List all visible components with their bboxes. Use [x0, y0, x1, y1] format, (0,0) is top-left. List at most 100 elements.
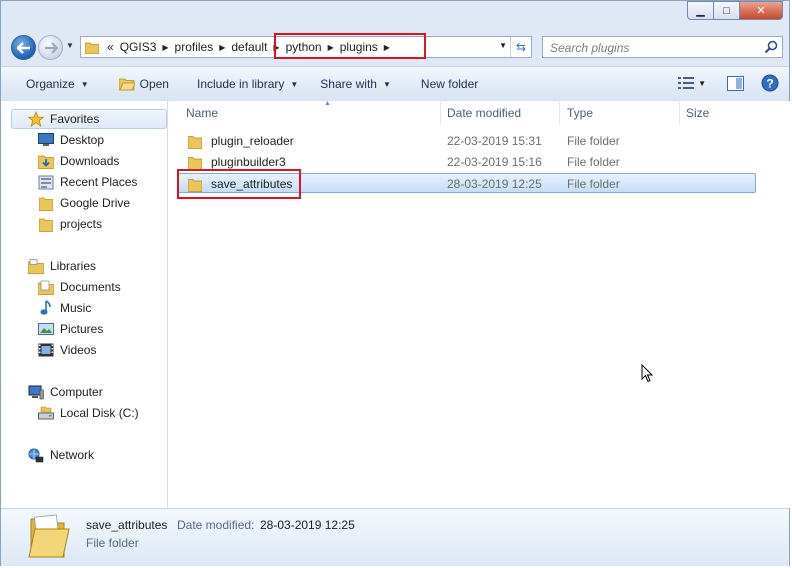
chevron-down-icon: ▼ [80, 79, 89, 89]
open-label: Open [139, 77, 169, 91]
sidebar-item-music[interactable]: Music [38, 298, 91, 318]
column-header-size[interactable]: Size [686, 101, 766, 125]
forward-button[interactable] [38, 35, 63, 60]
chevron-down-icon: ▼ [290, 79, 299, 89]
sidebar-item-desktop[interactable]: Desktop [38, 130, 104, 150]
share-with-label: Share with [320, 77, 377, 91]
navigation-pane: Favorites Desktop Downloads Recent Place… [1, 101, 168, 508]
recent-places-icon [38, 174, 54, 190]
preview-pane-icon[interactable] [727, 75, 744, 91]
sidebar-label: Desktop [60, 133, 105, 147]
new-folder-label: New folder [420, 77, 479, 91]
sidebar-item-videos[interactable]: Videos [38, 340, 96, 360]
sidebar-label: Local Disk (C:) [60, 406, 139, 420]
libraries-icon [28, 258, 44, 274]
computer-icon [28, 384, 44, 400]
details-file-name: save_attributes [86, 518, 168, 532]
maximize-button[interactable]: □ [714, 1, 740, 20]
maximize-icon: □ [723, 4, 730, 17]
sidebar-item-network[interactable]: Network [28, 445, 94, 465]
sidebar-label: Pictures [60, 322, 104, 336]
sidebar-item-recent-places[interactable]: Recent Places [38, 172, 137, 192]
star-icon [28, 111, 44, 127]
sidebar-item-downloads[interactable]: Downloads [38, 151, 119, 171]
sidebar-label: Downloads [60, 154, 120, 168]
back-button[interactable] [11, 35, 36, 60]
sidebar-label: Network [50, 448, 95, 462]
sidebar-item-projects[interactable]: projects [38, 214, 102, 234]
breadcrumb-overflow[interactable]: « [107, 40, 114, 54]
search-box[interactable] [542, 36, 783, 59]
help-icon[interactable]: ? [761, 74, 779, 92]
column-divider[interactable] [679, 101, 680, 125]
minimize-button[interactable]: ▁ [687, 1, 714, 20]
highlight-box [177, 169, 301, 199]
videos-icon [38, 342, 54, 358]
folder-icon [187, 156, 204, 170]
include-in-library-button[interactable]: Include in library ▼ [197, 77, 298, 91]
sidebar-label: Music [60, 301, 92, 315]
sidebar-item-favorites[interactable]: Favorites [11, 109, 167, 129]
sidebar-item-pictures[interactable]: Pictures [38, 319, 103, 339]
refresh-icon[interactable]: ⇆ [510, 37, 531, 57]
sidebar-label: Libraries [50, 259, 97, 273]
local-disk-icon [38, 405, 54, 421]
column-header-label: Date modified [447, 106, 522, 120]
svg-text:?: ? [766, 77, 773, 91]
column-header-date-modified[interactable]: Date modified [447, 101, 559, 125]
close-button[interactable]: ✕ [740, 1, 783, 20]
command-bar: Organize ▼ Open Include in library ▼ Share… [1, 66, 789, 102]
details-file-type: File folder [86, 536, 139, 550]
sidebar-item-documents[interactable]: Documents [38, 277, 121, 297]
column-divider[interactable] [559, 101, 560, 125]
column-header-name[interactable]: Name ▲ [186, 100, 440, 125]
organize-label: Organize [26, 77, 75, 91]
network-icon [28, 447, 44, 463]
back-arrow-icon [16, 41, 30, 54]
breadcrumb-separator-icon[interactable]: ▶ [162, 43, 168, 52]
include-in-library-label: Include in library [196, 77, 285, 91]
address-dropdown-icon[interactable]: ▼ [499, 41, 507, 50]
sidebar-label: Google Drive [60, 196, 131, 210]
sidebar-item-libraries[interactable]: Libraries [28, 256, 96, 276]
recent-pages-dropdown[interactable]: ▼ [66, 41, 74, 50]
pictures-icon [38, 321, 54, 337]
sidebar-item-computer[interactable]: Computer [28, 382, 103, 402]
close-icon: ✕ [756, 5, 766, 17]
column-header-label: Name [186, 106, 219, 120]
details-date-value: 28-03-2019 12:25 [260, 518, 355, 532]
breadcrumb-separator-icon[interactable]: ▶ [219, 43, 225, 52]
column-header-type[interactable]: Type [567, 101, 679, 125]
organize-button[interactable]: Organize ▼ [26, 77, 89, 91]
minimize-icon: ▁ [696, 5, 705, 17]
file-name: plugin_reloader [211, 134, 294, 148]
mouse-cursor-icon [641, 363, 654, 386]
change-view-icon[interactable]: ▼ [678, 76, 706, 90]
folder-icon [187, 135, 204, 149]
search-icon[interactable] [764, 40, 778, 57]
share-with-button[interactable]: Share with ▼ [320, 77, 391, 91]
column-header-label: Size [686, 106, 710, 120]
breadcrumb-item[interactable]: default [231, 40, 267, 54]
folder-icon [27, 513, 71, 564]
sidebar-label: Favorites [50, 112, 100, 126]
chevron-down-icon: ▼ [698, 78, 706, 88]
details-date-label: Date modified: [177, 518, 255, 532]
breadcrumb-item[interactable]: QGIS3 [120, 40, 157, 54]
file-list: Name ▲ Date modified Type Size plugin_re… [168, 100, 790, 508]
folder-icon [85, 41, 99, 54]
file-row[interactable]: plugin_reloader 22-03-2019 15:31 File fo… [178, 131, 756, 151]
breadcrumb-item[interactable]: profiles [175, 40, 214, 54]
sidebar-label: Videos [60, 343, 97, 357]
sidebar-label: Recent Places [60, 175, 138, 189]
search-input[interactable] [543, 37, 762, 59]
column-divider[interactable] [440, 101, 441, 125]
sidebar-item-local-disk[interactable]: Local Disk (C:) [38, 403, 139, 423]
file-date: 28-03-2019 12:25 [447, 177, 542, 191]
open-button[interactable]: Open [118, 77, 169, 91]
sidebar-item-google-drive[interactable]: Google Drive [38, 193, 130, 213]
window-controls: ▁ □ ✕ [687, 1, 783, 20]
file-name: pluginbuilder3 [211, 155, 286, 169]
new-folder-button[interactable]: New folder [421, 77, 478, 91]
navigation-bar: ▼ « QGIS3 ▶ profiles ▶ default ▶ python … [1, 31, 789, 63]
